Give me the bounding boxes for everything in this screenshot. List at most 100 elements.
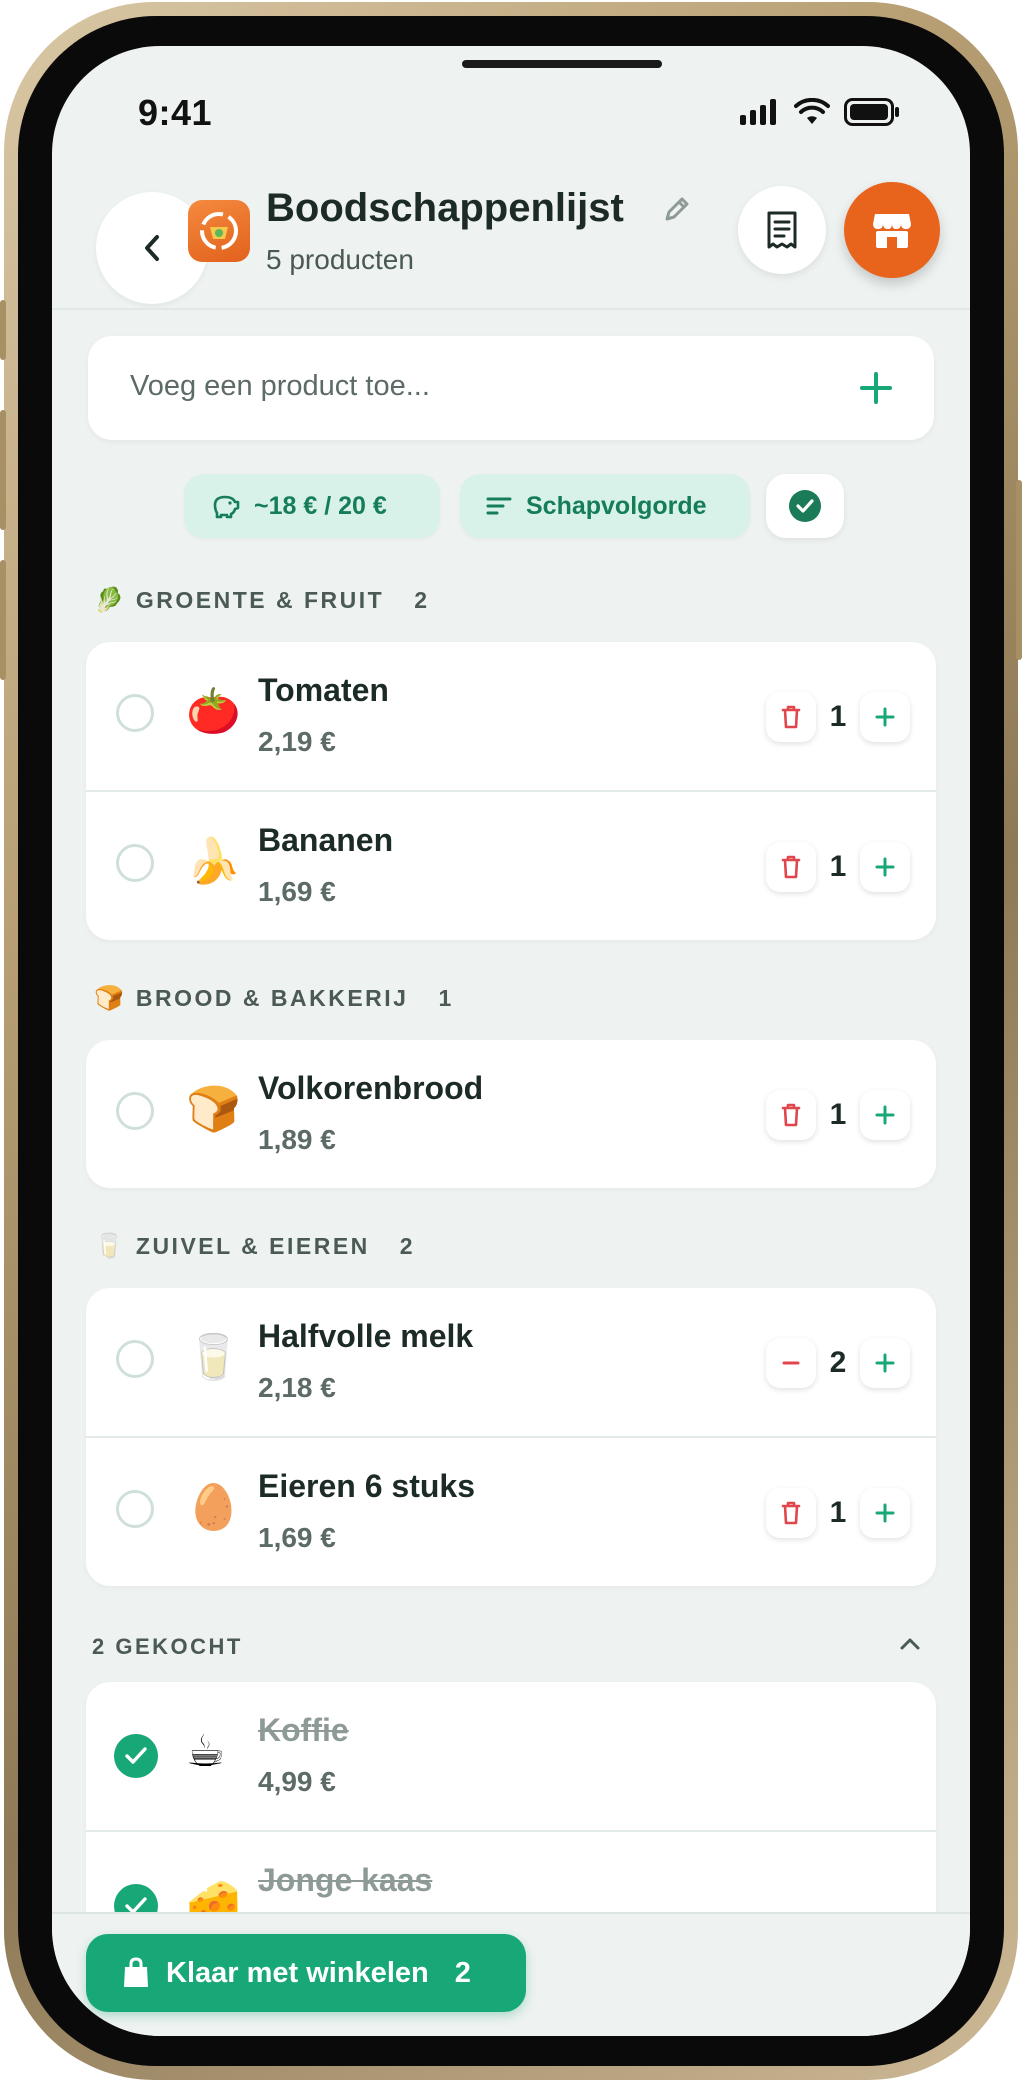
milk-glass-icon: 🥛 xyxy=(186,1333,241,1382)
product-name: Tomaten xyxy=(258,672,389,708)
section-header-zuivel: 🥛 ZUIVEL & EIEREN 2 xyxy=(94,1232,413,1261)
list-item[interactable]: 🍅 Tomaten 2,19 € 1 xyxy=(86,642,936,790)
shopping-bag-icon xyxy=(124,1957,148,1987)
coffee-cup-icon: ☕ xyxy=(186,1727,226,1776)
quantity-value: 2 xyxy=(829,1346,847,1379)
cellular-signal-icon xyxy=(740,99,776,125)
piggy-bank-icon xyxy=(213,495,240,519)
check-icon xyxy=(125,1747,147,1764)
chevron-up-icon[interactable] xyxy=(898,1636,922,1652)
item-checkbox[interactable] xyxy=(116,844,154,882)
list-item[interactable]: 🥛 Halfvolle melk 2,18 € 2 xyxy=(86,1288,936,1436)
increment-button[interactable] xyxy=(860,842,910,892)
header-divider xyxy=(52,308,970,310)
item-checkbox-checked[interactable] xyxy=(114,1734,158,1778)
plus-icon xyxy=(875,707,895,727)
minus-icon xyxy=(782,1361,800,1365)
product-price: 1,69 € xyxy=(258,1522,336,1553)
section-title: ZUIVEL & EIEREN xyxy=(135,1233,370,1259)
list-item[interactable]: 🍌 Bananen 1,69 € 1 xyxy=(86,790,936,940)
add-product-field[interactable]: Voeg een product toe... xyxy=(88,336,934,440)
increment-button[interactable] xyxy=(860,692,910,742)
list-item[interactable]: 🥚 Eieren 6 stuks 1,69 € 1 xyxy=(86,1436,936,1586)
list-item[interactable]: 🍞 Volkorenbrood 1,89 € 1 xyxy=(86,1040,936,1188)
plus-icon xyxy=(875,857,895,877)
item-checkbox[interactable] xyxy=(116,1490,154,1528)
finish-shopping-label: Klaar met winkelen xyxy=(166,1956,429,1989)
section-title: GROENTE & FRUIT xyxy=(135,587,385,613)
increment-button[interactable] xyxy=(860,1338,910,1388)
section-card-zuivel: 🥛 Halfvolle melk 2,18 € 2 🥚 Eieren 6 stu… xyxy=(86,1288,936,1586)
plus-icon xyxy=(875,1353,895,1373)
product-name: Koffie xyxy=(258,1712,349,1748)
increment-button[interactable] xyxy=(860,1488,910,1538)
product-name: Eieren 6 stuks xyxy=(258,1468,475,1504)
quantity-value: 1 xyxy=(829,700,847,733)
bought-section-title: 2 GEKOCHT xyxy=(92,1634,243,1659)
egg-icon: 🥚 xyxy=(186,1483,241,1532)
product-price: 1,69 € xyxy=(258,876,336,907)
chevron-left-icon xyxy=(145,235,159,261)
sort-label: Schapvolgorde xyxy=(526,491,707,520)
section-count: 2 xyxy=(414,587,428,613)
quantity-value: 1 xyxy=(829,1098,847,1131)
section-card-brood: 🍞 Volkorenbrood 1,89 € 1 xyxy=(86,1040,936,1188)
item-checkbox[interactable] xyxy=(116,1340,154,1378)
trash-icon xyxy=(781,855,801,879)
decrement-button[interactable] xyxy=(766,1338,816,1388)
delete-button[interactable] xyxy=(766,842,816,892)
item-checkbox[interactable] xyxy=(116,1092,154,1130)
quantity-stepper: 1 xyxy=(766,1090,910,1140)
add-plus-icon[interactable] xyxy=(848,360,904,416)
status-icons xyxy=(740,98,900,126)
quantity-stepper: 1 xyxy=(766,842,910,892)
quantity-stepper: 2 xyxy=(766,1338,910,1388)
section-title: BROOD & BAKKERIJ xyxy=(135,985,409,1011)
delete-button[interactable] xyxy=(766,692,816,742)
battery-icon xyxy=(844,98,899,126)
product-price: 2,18 € xyxy=(258,1372,336,1403)
item-checkbox[interactable] xyxy=(116,694,154,732)
trash-icon xyxy=(781,1501,801,1525)
status-time: 9:41 xyxy=(138,92,213,133)
section-count: 1 xyxy=(438,985,452,1011)
receipt-icon xyxy=(767,211,797,249)
delete-button[interactable] xyxy=(766,1090,816,1140)
trash-icon xyxy=(781,705,801,729)
section-card-groente: 🍅 Tomaten 2,19 € 1 🍌 Bananen 1,69 € 1 xyxy=(86,642,936,940)
finish-shopping-button[interactable]: Klaar met winkelen 2 xyxy=(86,1934,526,2012)
product-price: 2,19 € xyxy=(258,726,336,757)
tomato-icon: 🍅 xyxy=(186,687,241,736)
bread-icon: 🍞 xyxy=(186,1085,241,1134)
quantity-stepper: 1 xyxy=(766,1488,910,1538)
store-button[interactable] xyxy=(844,182,940,278)
receipt-button[interactable] xyxy=(738,186,826,274)
section-count: 2 xyxy=(399,1233,413,1259)
product-count: 5 producten xyxy=(266,244,414,275)
product-price: 1,89 € xyxy=(258,1124,336,1155)
volume-down-button xyxy=(0,560,6,680)
show-checked-toggle[interactable] xyxy=(766,474,844,538)
section-header-groente: 🥬 GROENTE & FRUIT 2 xyxy=(94,586,427,615)
product-name: Halfvolle melk xyxy=(258,1318,474,1354)
speaker-grille xyxy=(462,60,662,68)
plus-icon xyxy=(875,1503,895,1523)
recycle-basket-icon xyxy=(200,212,238,250)
product-name: Bananen xyxy=(258,822,394,858)
product-name: Jonge kaas xyxy=(258,1862,433,1898)
banana-icon: 🍌 xyxy=(186,837,241,886)
delete-button[interactable] xyxy=(766,1488,816,1538)
product-price: 4,99 € xyxy=(258,1766,336,1797)
edit-pencil-icon[interactable] xyxy=(662,194,692,224)
quantity-value: 1 xyxy=(829,1496,847,1529)
mute-switch xyxy=(0,300,6,360)
list-item-bought[interactable]: ☕ Koffie 4,99 € xyxy=(86,1682,936,1830)
section-header-brood: 🍞 BROOD & BAKKERIJ 1 xyxy=(94,984,451,1013)
bread-icon: 🍞 xyxy=(94,985,124,1012)
trash-icon xyxy=(781,1103,801,1127)
plus-icon xyxy=(875,1105,895,1125)
budget-chip[interactable]: ~18 € / 20 € xyxy=(184,474,440,538)
volume-up-button xyxy=(0,410,6,530)
increment-button[interactable] xyxy=(860,1090,910,1140)
sort-chip[interactable]: Schapvolgorde xyxy=(460,474,750,538)
